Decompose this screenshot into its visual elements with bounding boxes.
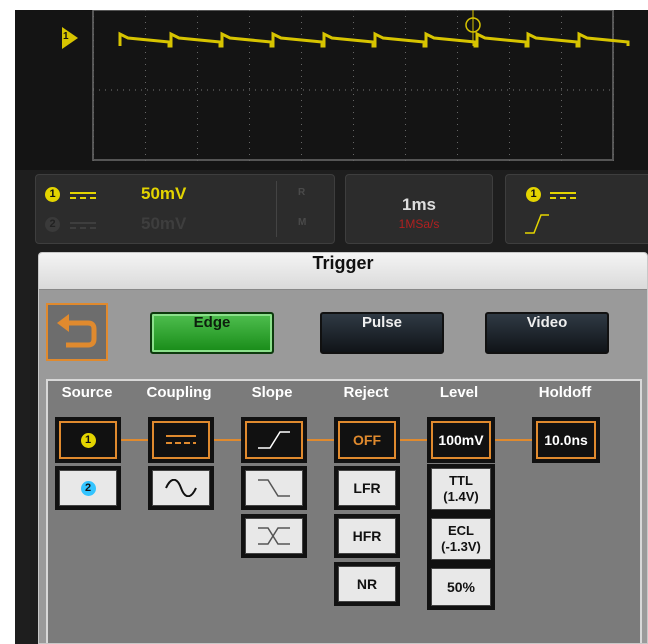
- level-option-50-percent[interactable]: 50%: [431, 568, 491, 606]
- sample-rate: 1MSa/s: [398, 217, 440, 231]
- back-button[interactable]: [46, 303, 108, 361]
- slope-option-falling[interactable]: [245, 470, 303, 506]
- ch1-waveform-trace: [118, 31, 630, 48]
- dc-coupling-icon: [550, 192, 576, 201]
- coupling-header: Coupling: [146, 384, 212, 401]
- divider: [276, 181, 277, 237]
- waveform-grid: [92, 10, 630, 161]
- ref-indicator[interactable]: R: [298, 187, 305, 198]
- level-ecl-label: ECL (-1.3V): [441, 523, 481, 554]
- source-2-label: 2: [80, 480, 96, 496]
- reject-header: Reject: [343, 384, 389, 401]
- dc-coupling-icon: [70, 222, 96, 231]
- either-edge-icon: [258, 527, 290, 545]
- level-option-ecl[interactable]: ECL (-1.3V): [431, 518, 491, 560]
- reject-option-nr[interactable]: NR: [338, 566, 396, 602]
- timebase-box[interactable]: 1ms 1MSa/s: [345, 174, 493, 244]
- reject-option-lfr[interactable]: LFR: [338, 470, 396, 506]
- edge-mode-button[interactable]: Edge: [150, 312, 274, 354]
- level-ttl-label: TTL (1.4V): [443, 473, 479, 504]
- ac-coupling-icon: [165, 479, 197, 497]
- ch1-indicator[interactable]: 1: [45, 187, 60, 202]
- pulse-mode-button[interactable]: Pulse: [320, 312, 444, 354]
- source-option-2[interactable]: 2: [59, 470, 117, 506]
- dc-coupling-icon: [166, 435, 196, 444]
- trigger-source-indicator: 1: [526, 187, 541, 202]
- level-option-value[interactable]: 100mV: [431, 421, 491, 459]
- rising-edge-icon: [258, 431, 290, 449]
- channel-info-box[interactable]: 1 50mV 2 50mV R M: [35, 174, 335, 244]
- ch1-volts-div[interactable]: 50mV: [141, 184, 186, 204]
- math-indicator[interactable]: M: [298, 217, 306, 228]
- level-option-ttl[interactable]: TTL (1.4V): [431, 468, 491, 510]
- coupling-option-ac[interactable]: [152, 470, 210, 506]
- holdoff-option-value[interactable]: 10.0ns: [536, 421, 596, 459]
- rising-edge-icon: [525, 214, 549, 234]
- reject-option-off[interactable]: OFF: [338, 421, 396, 459]
- oscilloscope-screen: 1 1 50mV 2 50mV R M 1ms 1MSa/s 1 Trigger: [15, 10, 648, 644]
- panel-title: Trigger: [39, 253, 647, 290]
- source-option-1[interactable]: 1: [59, 421, 117, 459]
- trigger-panel: Trigger Edge Pulse Video Source Coupling…: [38, 252, 648, 644]
- dc-coupling-icon: [70, 192, 96, 201]
- source-header: Source: [61, 384, 113, 401]
- waveform-display[interactable]: 1: [15, 10, 648, 170]
- video-mode-button[interactable]: Video: [485, 312, 609, 354]
- falling-edge-icon: [258, 479, 290, 497]
- reject-option-hfr[interactable]: HFR: [338, 518, 396, 554]
- trigger-marker-label: 1: [63, 31, 69, 42]
- time-div: 1ms: [401, 195, 437, 214]
- trigger-settings-area: Source Coupling Slope Reject Level Holdo…: [46, 379, 642, 643]
- trigger-summary-box[interactable]: 1: [505, 174, 648, 244]
- holdoff-header: Holdoff: [538, 384, 592, 401]
- level-header: Level: [439, 384, 479, 401]
- slope-option-rising[interactable]: [245, 421, 303, 459]
- trigger-level-icon[interactable]: 1: [62, 27, 78, 49]
- ch2-indicator[interactable]: 2: [45, 217, 60, 232]
- source-1-label: 1: [80, 432, 96, 448]
- coupling-option-dc[interactable]: [152, 421, 210, 459]
- slope-option-either[interactable]: [245, 518, 303, 554]
- back-arrow-icon: [57, 314, 97, 348]
- slope-header: Slope: [251, 384, 293, 401]
- ch2-volts-div[interactable]: 50mV: [141, 214, 186, 234]
